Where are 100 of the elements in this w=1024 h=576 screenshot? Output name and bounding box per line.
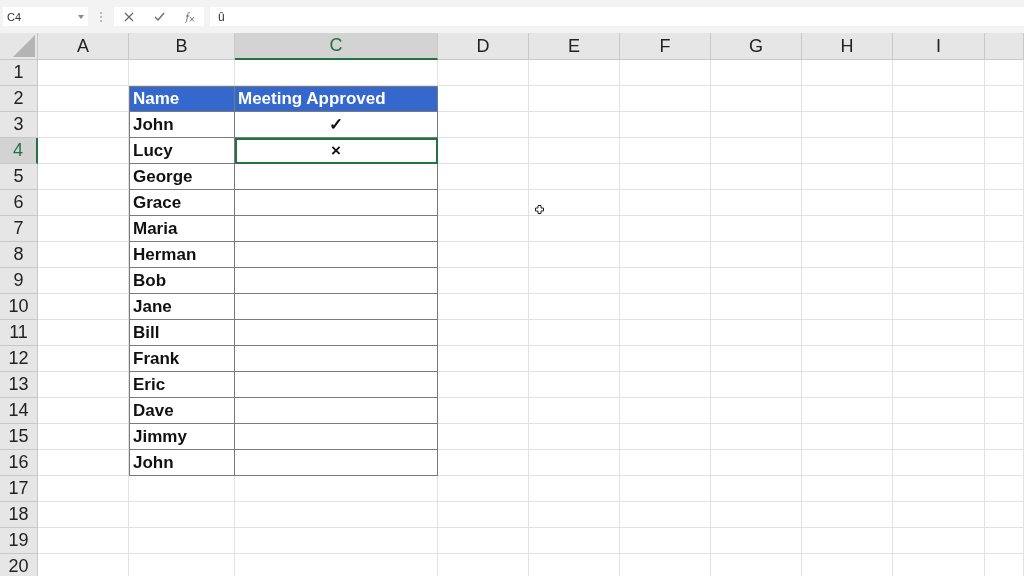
grid-cell[interactable] — [985, 60, 1024, 86]
select-all-corner[interactable] — [0, 33, 38, 60]
grid-cell[interactable] — [438, 138, 529, 164]
row-header[interactable]: 1 — [0, 60, 38, 86]
table-cell[interactable]: Jane — [129, 294, 235, 320]
column-header[interactable]: F — [620, 33, 711, 60]
grid-cell[interactable] — [438, 476, 529, 502]
grid-cell[interactable] — [893, 138, 985, 164]
grid-cell[interactable] — [711, 502, 802, 528]
grid-cell[interactable] — [985, 320, 1024, 346]
row-header[interactable]: 3 — [0, 112, 38, 138]
grid-cell[interactable] — [985, 86, 1024, 112]
grid-cell[interactable] — [985, 450, 1024, 476]
table-cell[interactable] — [235, 372, 438, 398]
grid-cell[interactable] — [438, 268, 529, 294]
table-cell[interactable]: John — [129, 112, 235, 138]
grid-cell[interactable] — [802, 164, 893, 190]
grid-cell[interactable] — [529, 398, 620, 424]
grid-cell[interactable] — [620, 346, 711, 372]
grid-cell[interactable] — [985, 476, 1024, 502]
grid-cell[interactable] — [438, 216, 529, 242]
row-header[interactable]: 6 — [0, 190, 38, 216]
grid-cell[interactable] — [711, 216, 802, 242]
grid-cell[interactable] — [711, 398, 802, 424]
grid-cell[interactable] — [711, 450, 802, 476]
grid-cell[interactable] — [620, 398, 711, 424]
column-header[interactable]: G — [711, 33, 802, 60]
grid-cell[interactable] — [438, 450, 529, 476]
grid-cell[interactable] — [438, 60, 529, 86]
table-cell[interactable]: George — [129, 164, 235, 190]
grid-cell[interactable] — [893, 216, 985, 242]
table-cell[interactable] — [235, 190, 438, 216]
grid-cell[interactable] — [893, 502, 985, 528]
grid-cell[interactable] — [529, 424, 620, 450]
grid-cell[interactable] — [985, 502, 1024, 528]
grid-cell[interactable] — [38, 502, 129, 528]
grid-cell[interactable] — [235, 476, 438, 502]
grid-cell[interactable] — [529, 138, 620, 164]
grid-cell[interactable] — [893, 190, 985, 216]
grid-cell[interactable] — [438, 398, 529, 424]
table-cell[interactable] — [235, 164, 438, 190]
row-header[interactable]: 19 — [0, 528, 38, 554]
grid-cell[interactable] — [529, 216, 620, 242]
grid-cell[interactable] — [620, 242, 711, 268]
grid-cell[interactable] — [893, 60, 985, 86]
grid-cell[interactable] — [985, 138, 1024, 164]
grid-cell[interactable] — [620, 502, 711, 528]
table-cell[interactable]: Jimmy — [129, 424, 235, 450]
grid-cell[interactable] — [438, 86, 529, 112]
grid-cell[interactable] — [529, 450, 620, 476]
grid-cell[interactable] — [438, 528, 529, 554]
grid-cell[interactable] — [802, 502, 893, 528]
grid-cell[interactable] — [529, 86, 620, 112]
grid-cell[interactable] — [893, 112, 985, 138]
row-header[interactable]: 9 — [0, 268, 38, 294]
table-cell[interactable]: John — [129, 450, 235, 476]
grid-cell[interactable] — [438, 424, 529, 450]
grid-cell[interactable] — [893, 86, 985, 112]
grid-cell[interactable] — [438, 190, 529, 216]
table-cell[interactable]: ✓ — [235, 112, 438, 138]
grid-cell[interactable] — [438, 320, 529, 346]
row-header[interactable]: 11 — [0, 320, 38, 346]
grid-cell[interactable] — [985, 346, 1024, 372]
grid-cell[interactable] — [985, 216, 1024, 242]
grid-cell[interactable] — [711, 112, 802, 138]
grid-cell[interactable] — [620, 60, 711, 86]
name-box[interactable]: C4 — [3, 7, 88, 26]
table-cell[interactable] — [235, 294, 438, 320]
table-cell[interactable]: × — [235, 138, 438, 164]
column-header[interactable]: E — [529, 33, 620, 60]
grid-cell[interactable] — [620, 424, 711, 450]
grid-cell[interactable] — [893, 242, 985, 268]
grid-cell[interactable] — [802, 398, 893, 424]
grid-cell[interactable] — [529, 164, 620, 190]
grid-cell[interactable] — [985, 372, 1024, 398]
grid-cell[interactable] — [529, 528, 620, 554]
grid-cell[interactable] — [235, 528, 438, 554]
grid-cell[interactable] — [893, 424, 985, 450]
grid-cell[interactable] — [893, 528, 985, 554]
grid-cell[interactable] — [129, 476, 235, 502]
table-cell[interactable] — [235, 320, 438, 346]
grid-cell[interactable] — [802, 268, 893, 294]
grid-cell[interactable] — [802, 60, 893, 86]
grid-cell[interactable] — [620, 294, 711, 320]
table-cell[interactable]: Dave — [129, 398, 235, 424]
grid-cell[interactable] — [711, 320, 802, 346]
grid-cell[interactable] — [893, 164, 985, 190]
row-header[interactable]: 16 — [0, 450, 38, 476]
grid-cell[interactable] — [235, 502, 438, 528]
grid-cell[interactable] — [529, 502, 620, 528]
row-header[interactable]: 4 — [0, 138, 38, 164]
grid-cell[interactable] — [802, 190, 893, 216]
grid-cell[interactable] — [711, 372, 802, 398]
grid-cell[interactable] — [802, 294, 893, 320]
grid-cell[interactable] — [893, 450, 985, 476]
row-header[interactable]: 7 — [0, 216, 38, 242]
grid-cell[interactable] — [620, 476, 711, 502]
grid-cell[interactable] — [711, 476, 802, 502]
table-cell[interactable]: Maria — [129, 216, 235, 242]
column-header[interactable]: H — [802, 33, 893, 60]
